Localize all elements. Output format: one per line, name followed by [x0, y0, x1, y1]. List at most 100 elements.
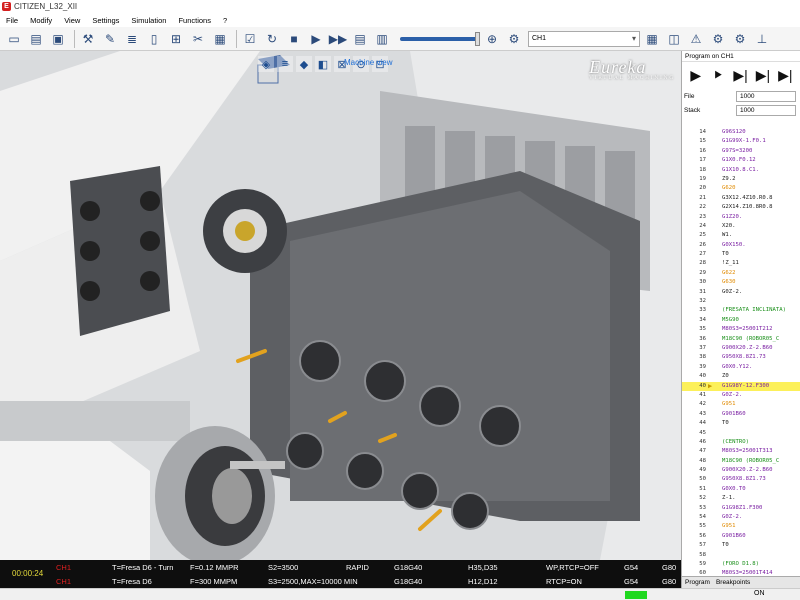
code-line[interactable]: 29 G622	[682, 269, 800, 278]
code-line[interactable]: 30 G630	[682, 278, 800, 287]
file-input[interactable]: 1000	[736, 90, 796, 102]
document-icon[interactable]: ▯	[146, 31, 162, 47]
view-side-icon[interactable]: ◧	[315, 56, 331, 72]
code-line[interactable]: 32	[682, 297, 800, 306]
file-field-row: File 1000	[682, 90, 800, 102]
settings-icon[interactable]: ⚙	[732, 31, 748, 47]
code-line[interactable]: 54 G0Z-2.	[682, 513, 800, 522]
code-line[interactable]: 33 (FRESATA INCLINATA)	[682, 306, 800, 315]
step-end-icon[interactable]: ▶|	[778, 66, 793, 84]
code-line[interactable]: 40 ▶ G1G98Y-12.F300	[682, 381, 800, 391]
view-tree-icon[interactable]: ≡	[277, 56, 293, 72]
code-line[interactable]: 38 G950X8.8Z1.73	[682, 353, 800, 362]
line-number: 33	[699, 307, 706, 314]
program-panel-title: Program on CH1	[682, 51, 800, 62]
gcode-listing[interactable]: 14 G96S120 15 G1G99X-1.F0.1 16 G97S=3200 17 G1X…	[682, 128, 800, 586]
code-line[interactable]: 55 G951	[682, 522, 800, 531]
code-line[interactable]: 20 G620	[682, 184, 800, 193]
tool-setup-icon[interactable]: ⚒	[80, 31, 96, 47]
code-line[interactable]: 15 G1G99X-1.F0.1	[682, 137, 800, 146]
code-line[interactable]: 45	[682, 429, 800, 438]
code-line[interactable]: 53 G1G98Z1.F300	[682, 504, 800, 513]
code-line[interactable]: 35 M80S3=25001T212	[682, 325, 800, 334]
code-line[interactable]: 25 W1.	[682, 231, 800, 240]
spindle-icon[interactable]: ⚙	[710, 31, 726, 47]
code-line[interactable]: 18 G1X10.8.C1.	[682, 166, 800, 175]
code-line[interactable]: 51 G0X0.T0	[682, 485, 800, 494]
machine-icon[interactable]: ▦	[212, 31, 228, 47]
code-line[interactable]: 39 G0X0.Y12.	[682, 363, 800, 372]
code-line[interactable]: 24 X20.	[682, 222, 800, 231]
edit-icon[interactable]: ✎	[102, 31, 118, 47]
tab-program[interactable]: Program	[682, 579, 713, 586]
code-line[interactable]: 44 T0	[682, 419, 800, 428]
stack-input[interactable]: 1000	[736, 104, 796, 116]
code-line[interactable]: 42 G951	[682, 400, 800, 409]
run-cursor-icon[interactable]: ⯈	[710, 66, 725, 84]
layers-icon[interactable]: ≣	[124, 31, 140, 47]
code-line[interactable]: 57 T0	[682, 541, 800, 550]
code-line[interactable]: 49 G900X20.Z-2.B60	[682, 466, 800, 475]
menu-modify[interactable]: Modify	[24, 16, 58, 25]
step-icon[interactable]: ▶|	[733, 66, 748, 84]
code-line[interactable]: 43 G901B60	[682, 410, 800, 419]
code-line[interactable]: 46 (CENTRO)	[682, 438, 800, 447]
menu-file[interactable]: File	[0, 16, 24, 25]
code-line[interactable]: 14 G96S120	[682, 128, 800, 137]
tools-icon[interactable]: ✂	[190, 31, 206, 47]
measure-icon[interactable]: ◫	[666, 31, 682, 47]
checkbox-icon[interactable]: ☑	[242, 31, 258, 47]
probe-icon[interactable]: ⊥	[754, 31, 770, 47]
menu-help[interactable]: ?	[217, 16, 233, 25]
code-line[interactable]: 48 M18C90 (ROBOR05_C	[682, 457, 800, 466]
view-cube-icon[interactable]: ◈	[258, 56, 274, 72]
speed-slider[interactable]	[400, 31, 480, 46]
code-line[interactable]: 47 M80S3=25001T313	[682, 447, 800, 456]
code-line[interactable]: 50 G950X8.8Z1.73	[682, 475, 800, 484]
code-line[interactable]: 58	[682, 551, 800, 560]
collision-icon[interactable]: ⚠	[688, 31, 704, 47]
channel-select[interactable]: CH1	[528, 30, 640, 47]
code-line[interactable]: 56 G901B60	[682, 532, 800, 541]
menu-functions[interactable]: Functions	[172, 16, 217, 25]
monitor-icon[interactable]: ▭	[6, 31, 22, 47]
tab-breakpoints[interactable]: Breakpoints	[713, 579, 753, 586]
play-icon[interactable]: ▶	[308, 31, 324, 47]
code-line[interactable]: 19 Z9.2	[682, 175, 800, 184]
view-shaded-icon[interactable]: ◆	[296, 56, 312, 72]
code-line[interactable]: 27 T0	[682, 250, 800, 259]
code-line[interactable]: 16 G97S=3200	[682, 147, 800, 156]
code-line[interactable]: 23 G1Z20.	[682, 213, 800, 222]
menu-settings[interactable]: Settings	[86, 16, 125, 25]
code-line[interactable]: 17 G1X0.F0.12	[682, 156, 800, 165]
fast-forward-icon[interactable]: ▶▶	[329, 31, 347, 47]
fixture-icon[interactable]: ⊞	[168, 31, 184, 47]
code-line[interactable]: 36 M18C90 (ROBOR05_C	[682, 335, 800, 344]
code-line[interactable]: 31 G0Z-2.	[682, 288, 800, 297]
run-icon[interactable]: ▶	[688, 66, 703, 84]
machine-3d-viewport[interactable]: ◈ ≡ ◆ ◧ ⊠ ⊙ ⊡ Machine view Eureka VIRTUAL…	[0, 51, 681, 560]
code-line[interactable]: 26 G0X150.	[682, 241, 800, 250]
settings-view-icon[interactable]: ⚙	[506, 31, 522, 47]
menu-simulation[interactable]: Simulation	[125, 16, 172, 25]
rewind-icon[interactable]: ↻	[264, 31, 280, 47]
code-line[interactable]: 28 !Z_11	[682, 259, 800, 268]
code-line[interactable]: 37 G900X20.Z-2.B60	[682, 344, 800, 353]
open-folder-icon[interactable]: ▤	[28, 31, 44, 47]
step-block-icon[interactable]: ▶|	[755, 66, 770, 84]
code-line[interactable]: 22 G2X14.Z10.8R0.8	[682, 203, 800, 212]
code-line[interactable]: 59 (FORO D1.8)	[682, 560, 800, 569]
code-line[interactable]: 52 Z-1.	[682, 494, 800, 503]
code-line[interactable]: 21 G3X12.4Z10.R0.8	[682, 194, 800, 203]
zoom-icon[interactable]: ⊕	[484, 31, 500, 47]
chart-icon[interactable]: ▥	[374, 31, 390, 47]
menu-view[interactable]: View	[58, 16, 86, 25]
stop-icon[interactable]: ■	[286, 31, 302, 47]
speed-slider-knob[interactable]	[475, 31, 480, 46]
save-icon[interactable]: ▣	[50, 31, 66, 47]
code-line[interactable]: 34 M5G90	[682, 316, 800, 325]
code-line[interactable]: 41 G0Z-2.	[682, 391, 800, 400]
report-icon[interactable]: ▤	[352, 31, 368, 47]
code-line[interactable]: 40 Z0	[682, 372, 800, 381]
calculator-icon[interactable]: ▦	[644, 31, 660, 47]
